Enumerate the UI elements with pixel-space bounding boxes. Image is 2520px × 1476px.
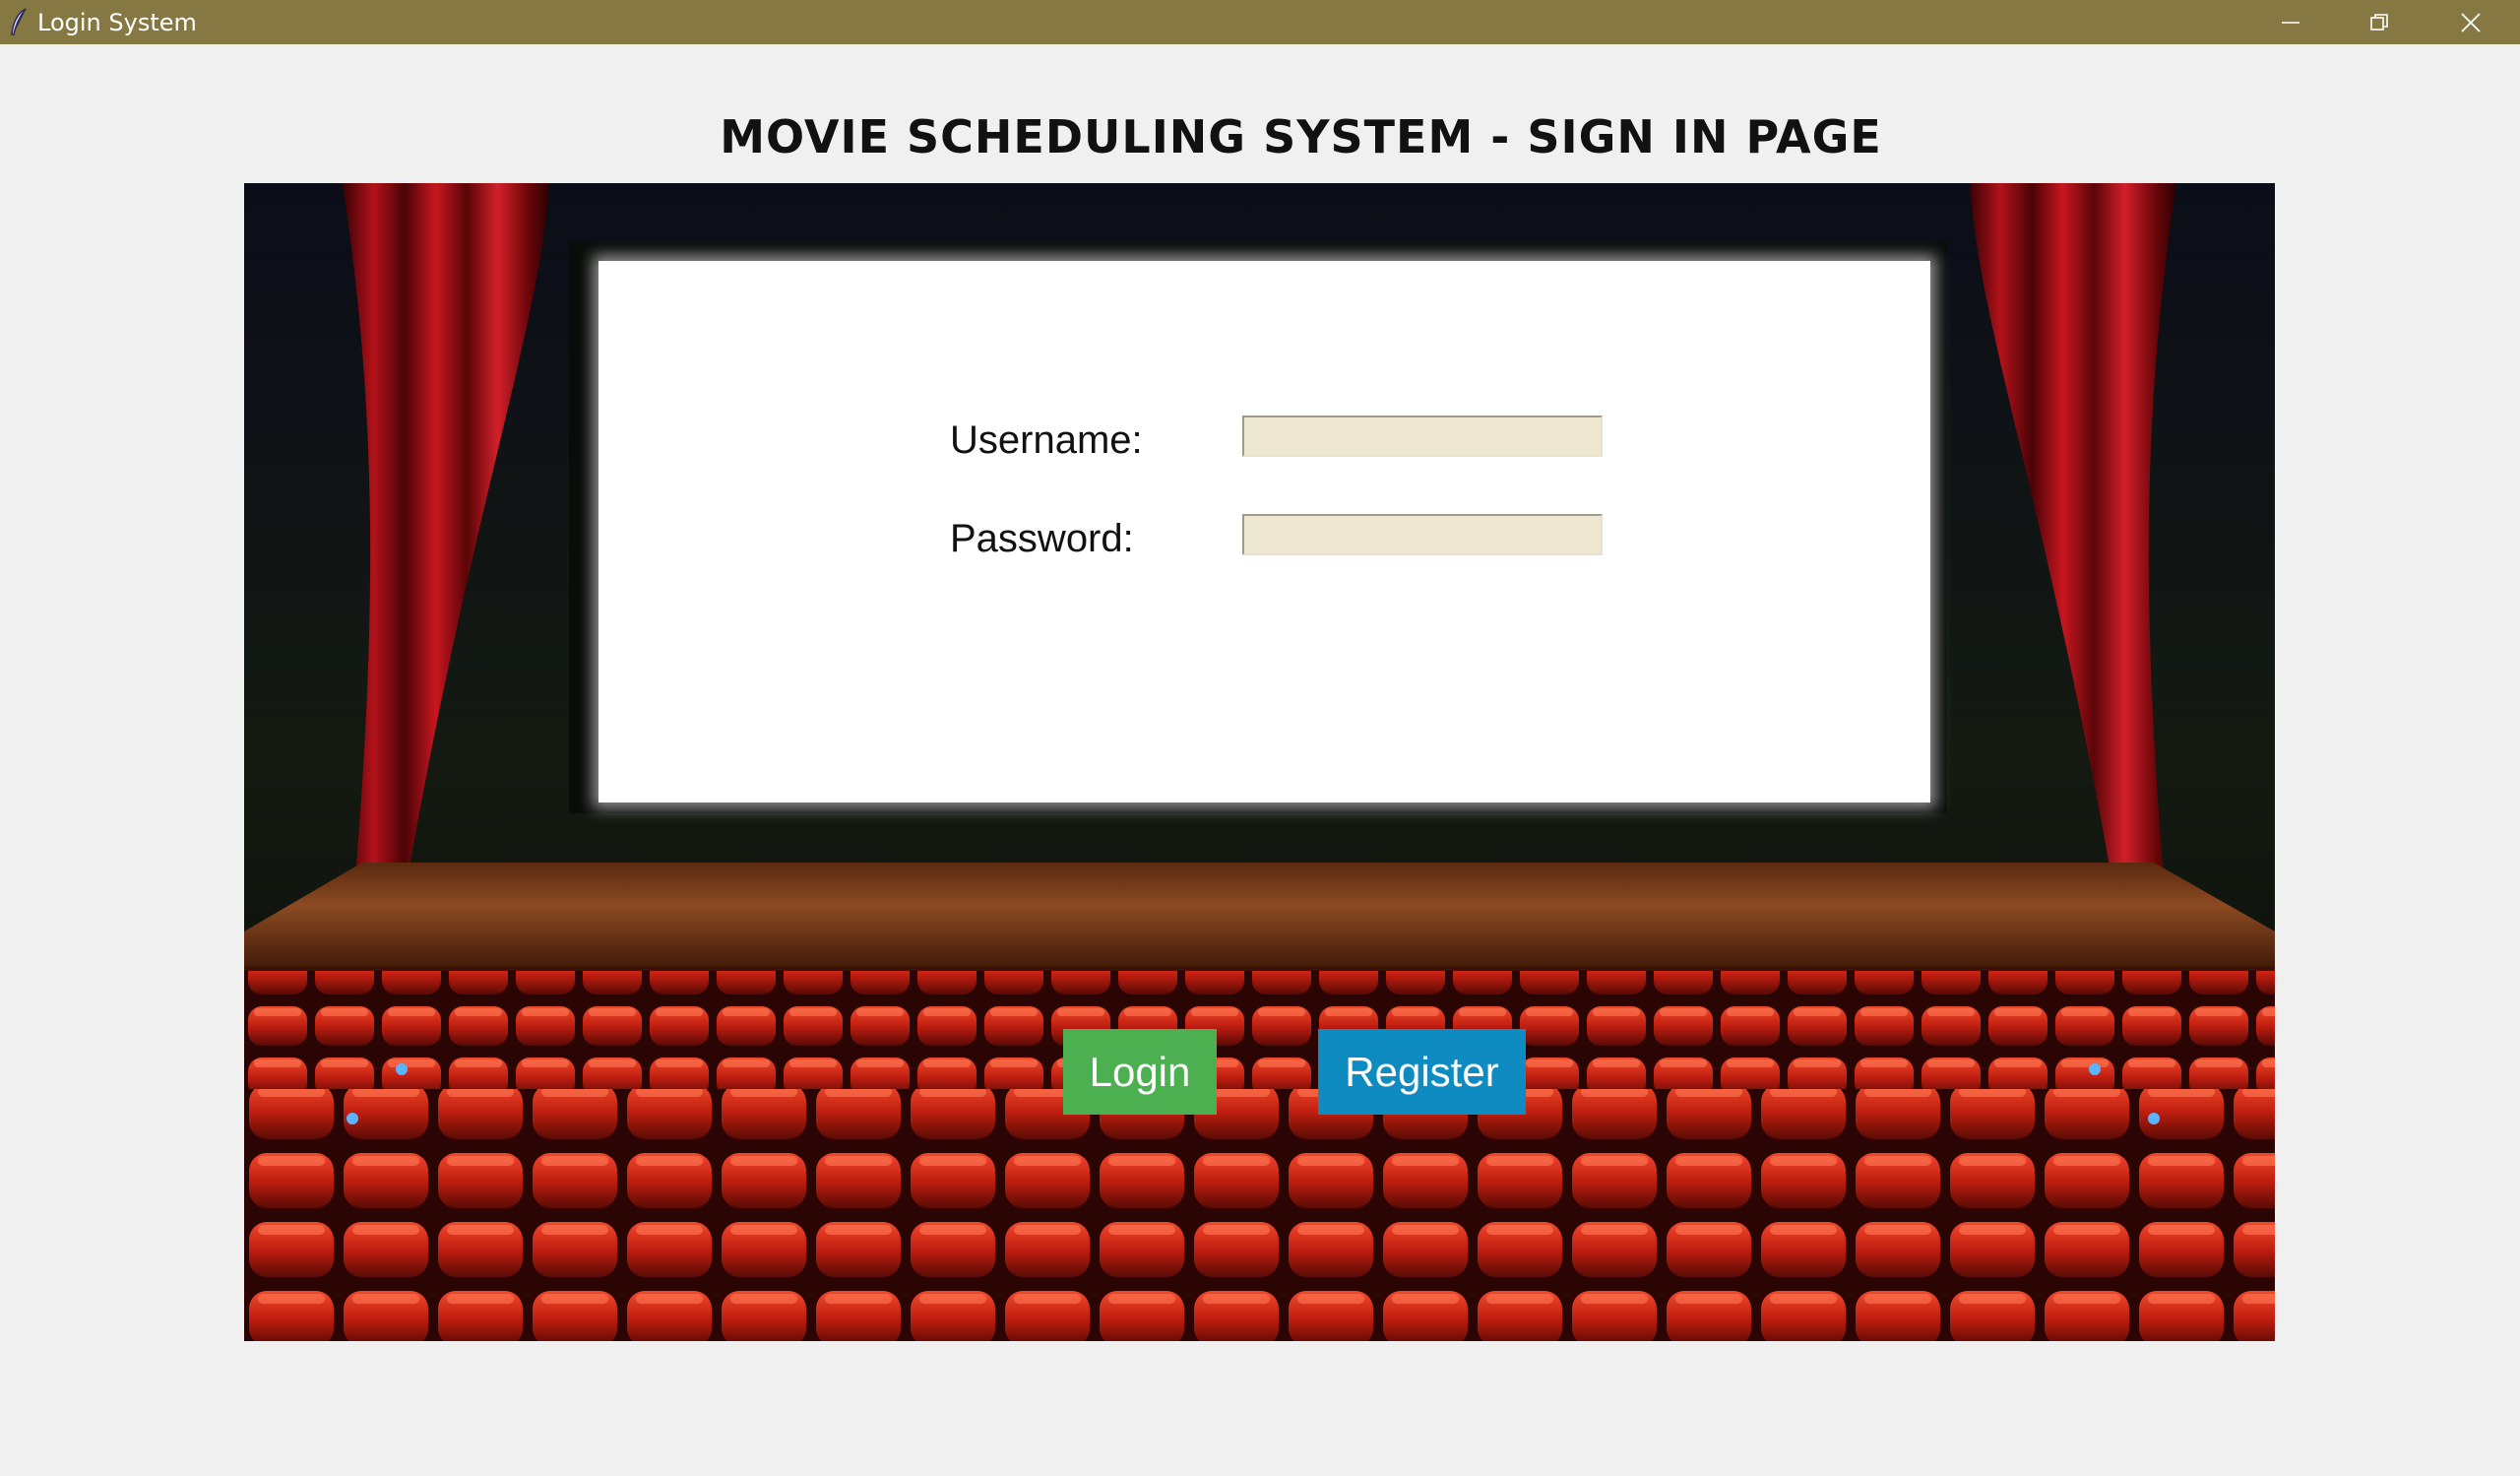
- feather-icon: [11, 8, 27, 35]
- page-title: MOVIE SCHEDULING SYSTEM - SIGN IN PAGE: [720, 110, 1882, 163]
- username-input[interactable]: [1242, 416, 1603, 457]
- close-icon: [2461, 12, 2481, 32]
- window-titlebar: Login System: [0, 0, 2520, 44]
- minimize-button[interactable]: [2246, 0, 2335, 44]
- password-label: Password:: [950, 517, 1134, 560]
- restore-icon: [2370, 13, 2388, 31]
- minimize-icon: [2282, 21, 2300, 24]
- register-button[interactable]: Register: [1318, 1029, 1526, 1115]
- login-button[interactable]: Login: [1063, 1029, 1217, 1115]
- close-button[interactable]: [2426, 0, 2515, 44]
- restore-button[interactable]: [2335, 0, 2424, 44]
- password-input[interactable]: [1242, 514, 1603, 555]
- theater-background-image: Username: Password:: [244, 183, 2275, 1341]
- login-panel: Username: Password:: [598, 261, 1930, 802]
- window-title: Login System: [37, 9, 197, 36]
- username-label: Username:: [950, 418, 1143, 462]
